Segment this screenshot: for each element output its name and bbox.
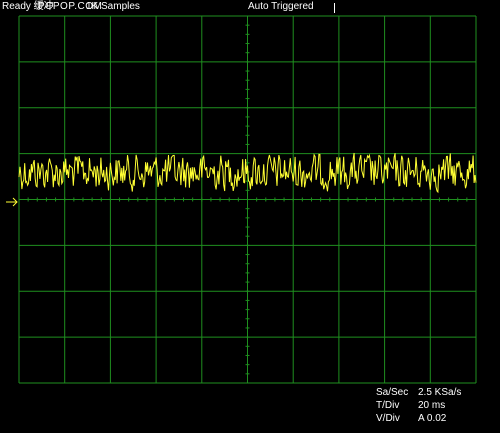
graticule-grid [18, 15, 477, 384]
measurement-readout: Sa/Sec 2.5 KSa/s T/Div 20 ms V/Div A 0.02 [376, 386, 461, 425]
sa-sec-value: 2.5 KSa/s [418, 387, 462, 398]
tdiv-value: 20 ms [418, 400, 446, 411]
sa-sec-label: Sa/Sec [376, 387, 409, 398]
vdiv-value: A 0.02 [418, 413, 447, 424]
vdiv-label: V/Div [376, 413, 400, 424]
arrow-right-icon [6, 197, 18, 207]
oscilloscope-display [6, 15, 477, 384]
tdiv-label: T/Div [376, 400, 400, 411]
